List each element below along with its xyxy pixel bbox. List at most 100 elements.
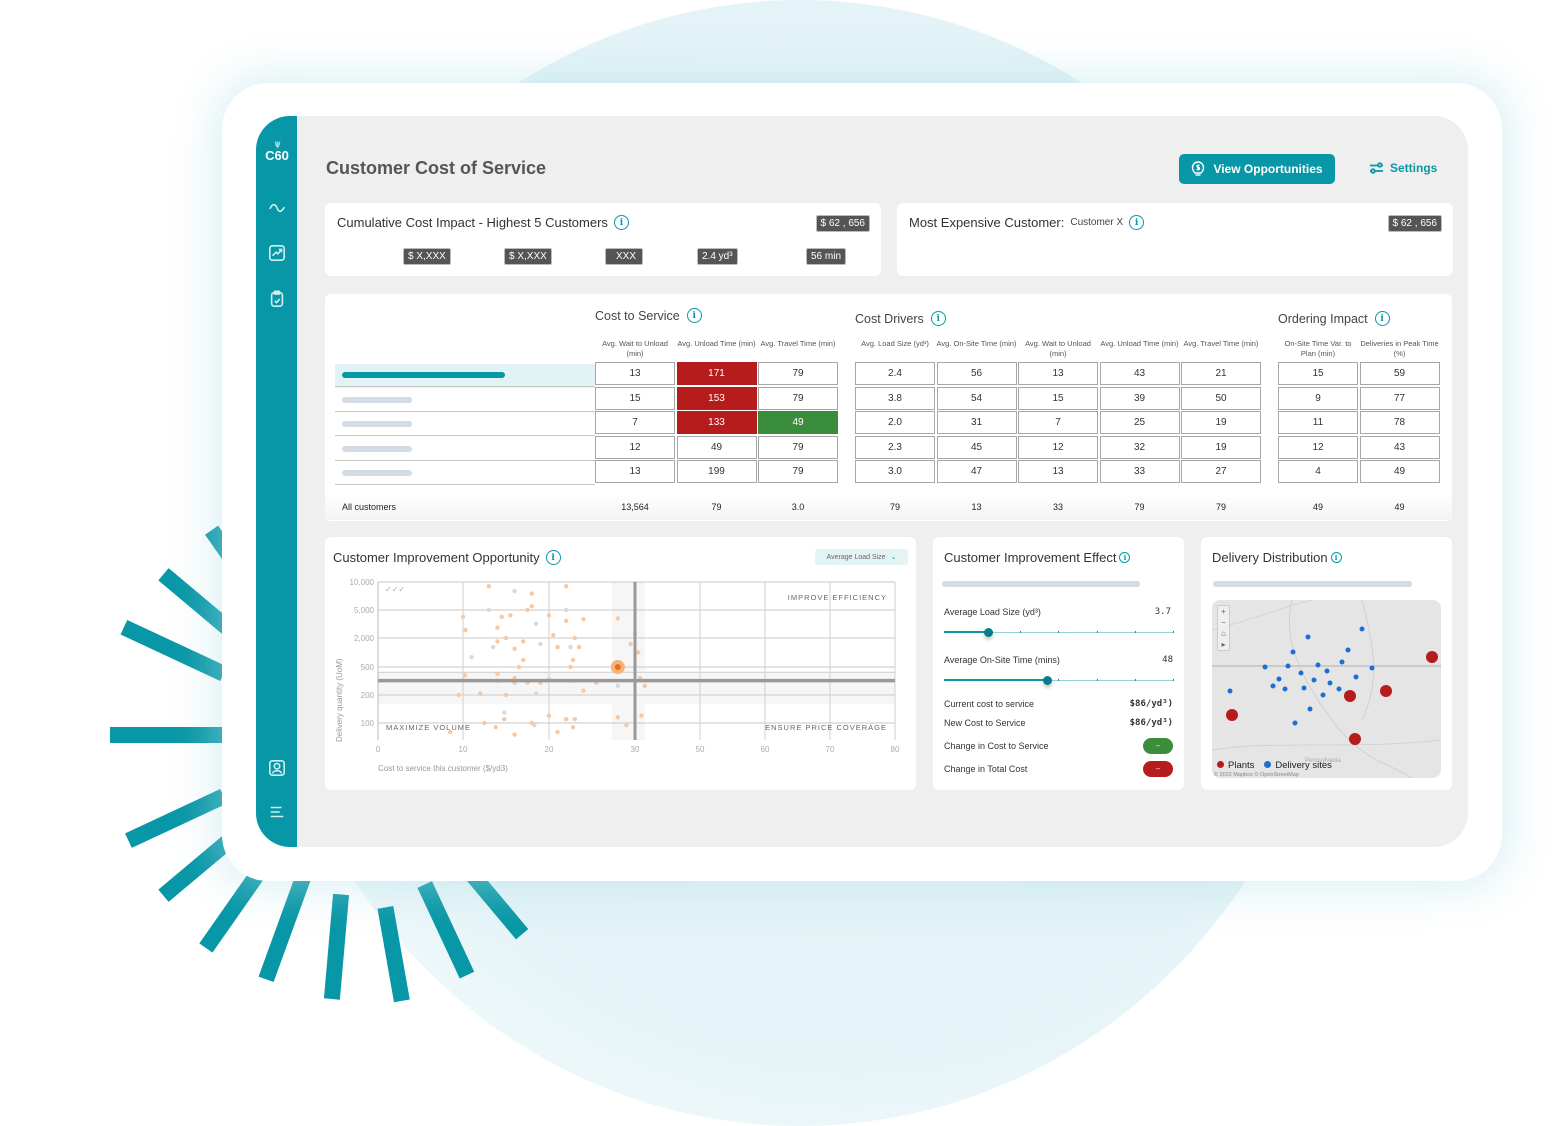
column-header[interactable]: Avg. Wait to Unload (min) (1018, 339, 1098, 359)
table-cell[interactable]: 13 (595, 460, 675, 483)
scatter-point[interactable] (615, 616, 620, 621)
plant-marker[interactable] (1349, 733, 1361, 745)
info-icon[interactable]: i (1330, 552, 1342, 563)
sidebar-item-tasks[interactable] (267, 289, 287, 309)
column-header[interactable]: Deliveries in Peak Time (%) (1360, 339, 1440, 359)
table-cell[interactable]: 12 (1278, 435, 1358, 459)
delivery-site-marker[interactable] (1320, 692, 1326, 698)
delivery-site-marker[interactable] (1311, 677, 1317, 683)
table-cell[interactable]: 12 (595, 435, 675, 459)
column-header[interactable]: Avg. Travel Time (min) (758, 339, 838, 349)
column-header[interactable]: Avg. Unload Time (min) (1100, 339, 1180, 349)
scatter-point[interactable] (463, 627, 468, 633)
table-cell[interactable]: 13 (595, 362, 675, 385)
scatter-point[interactable] (581, 617, 586, 622)
scatter-point[interactable] (493, 725, 498, 730)
scatter-point[interactable] (503, 692, 509, 698)
scatter-point[interactable] (502, 710, 507, 715)
customer-name-placeholder[interactable] (342, 372, 505, 378)
scatter-point[interactable] (538, 641, 543, 647)
view-opportunities-button[interactable]: View Opportunities (1179, 154, 1335, 184)
scatter-point[interactable] (570, 657, 576, 663)
home-button[interactable]: ⌂ (1221, 629, 1226, 638)
table-cell[interactable]: 2.4 (855, 362, 935, 385)
zoom-in-button[interactable]: + (1221, 607, 1226, 616)
table-cell[interactable]: 15 (1278, 362, 1358, 385)
table-cell[interactable]: 13 (1018, 460, 1098, 483)
sidebar-item-analytics[interactable] (267, 243, 287, 263)
delivery-site-marker[interactable] (1276, 676, 1282, 682)
scatter-point[interactable] (642, 683, 647, 689)
customer-name-placeholder[interactable] (342, 445, 412, 452)
scatter-point[interactable] (486, 607, 491, 613)
scatter-point[interactable] (639, 713, 644, 718)
scatter-point[interactable] (615, 715, 620, 720)
delivery-map[interactable]: + − ⌂ ▸ Pennsylvania Plants Delivery sit… (1212, 600, 1441, 778)
scatter-point[interactable] (555, 644, 560, 650)
delivery-site-marker[interactable] (1290, 649, 1296, 655)
c60-logo[interactable]: \\|// C60 (259, 142, 295, 176)
table-cell[interactable]: 77 (1359, 386, 1440, 410)
table-cell[interactable]: 33 (1099, 460, 1180, 483)
plant-marker[interactable] (1380, 685, 1392, 697)
table-cell[interactable]: 19 (1181, 435, 1261, 459)
table-cell[interactable]: 25 (1099, 411, 1180, 434)
map-canvas[interactable] (1212, 600, 1441, 778)
settings-button[interactable]: Settings (1369, 161, 1437, 175)
table-cell[interactable]: 19 (1181, 411, 1261, 434)
info-icon[interactable]: i (1129, 215, 1145, 230)
scatter-point[interactable] (512, 646, 517, 651)
sidebar-item-profile[interactable] (267, 758, 287, 778)
table-cell[interactable]: 79 (758, 386, 838, 410)
delivery-site-marker[interactable] (1285, 663, 1291, 669)
customer-name-placeholder[interactable] (342, 396, 412, 403)
scatter-point[interactable] (533, 691, 539, 696)
table-cell[interactable]: 15 (1018, 386, 1098, 410)
info-icon[interactable]: i (930, 311, 946, 326)
table-cell[interactable]: 133 (676, 411, 757, 434)
scatter-point[interactable] (533, 621, 539, 626)
table-cell[interactable]: 47 (936, 460, 1017, 483)
column-header[interactable]: Avg. Travel Time (min) (1181, 339, 1261, 349)
scatter-point[interactable] (615, 683, 620, 689)
scatter-point[interactable] (503, 635, 509, 641)
table-cell[interactable]: 3.0 (855, 460, 935, 483)
onsite-time-slider[interactable] (944, 675, 1174, 687)
table-cell[interactable]: 54 (936, 386, 1017, 410)
scatter-point[interactable] (572, 716, 577, 722)
info-icon[interactable]: i (613, 215, 629, 230)
table-cell[interactable]: 3.8 (855, 386, 935, 410)
sidebar-item-menu[interactable] (267, 802, 287, 822)
table-cell[interactable]: 78 (1359, 411, 1440, 434)
scatter-point[interactable] (624, 722, 629, 728)
delivery-site-marker[interactable] (1301, 685, 1307, 691)
plant-marker[interactable] (1426, 651, 1438, 663)
table-cell[interactable]: 9 (1278, 386, 1358, 410)
table-cell[interactable]: 49 (758, 411, 838, 434)
sidebar-item-trends[interactable] (267, 198, 287, 218)
scatter-point[interactable] (564, 716, 569, 722)
info-icon[interactable]: i (1119, 552, 1131, 563)
plant-marker[interactable] (1226, 709, 1238, 721)
scatter-point[interactable] (551, 632, 556, 638)
scatter-point[interactable] (478, 691, 483, 696)
delivery-site-marker[interactable] (1345, 647, 1351, 653)
table-cell[interactable]: 4 (1278, 460, 1358, 483)
table-cell[interactable]: 43 (1359, 435, 1440, 459)
scatter-point[interactable] (456, 692, 461, 698)
scatter-point[interactable] (529, 603, 534, 609)
scatter-point[interactable] (529, 591, 534, 596)
delivery-site-marker[interactable] (1307, 706, 1313, 712)
customer-name-placeholder[interactable] (342, 421, 412, 427)
scatter-point[interactable] (482, 720, 487, 726)
table-cell[interactable]: 49 (676, 435, 757, 459)
delivery-site-marker[interactable] (1327, 680, 1333, 686)
scatter-point[interactable] (495, 639, 500, 644)
scatter-point[interactable] (576, 644, 582, 650)
table-cell[interactable]: 2.0 (855, 411, 935, 434)
scatter-point[interactable] (499, 614, 504, 620)
scatter-point[interactable] (546, 713, 552, 718)
delivery-site-marker[interactable] (1359, 626, 1365, 632)
pan-button[interactable]: ▸ (1221, 640, 1225, 649)
scatter-point[interactable] (490, 644, 496, 650)
